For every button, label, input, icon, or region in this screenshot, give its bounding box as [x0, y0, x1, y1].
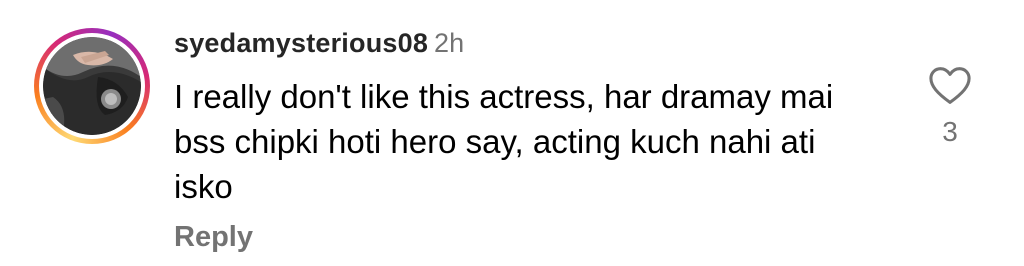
avatar[interactable] — [43, 37, 141, 135]
like-count: 3 — [942, 116, 958, 147]
comment-item: syedamysterious08 2h I really don't like … — [0, 0, 1024, 266]
reply-button[interactable]: Reply — [174, 221, 253, 254]
avatar-story-ring[interactable] — [34, 28, 150, 144]
comment-meta: syedamysterious08 2h — [174, 24, 894, 62]
comment-username[interactable]: syedamysterious08 — [174, 28, 428, 58]
heart-outline-icon[interactable] — [928, 66, 972, 106]
like-area: 3 — [924, 66, 976, 148]
avatar-ring-gap — [39, 33, 145, 139]
comment-timestamp: 2h — [434, 28, 465, 58]
comment-text: I really don't like this actress, har dr… — [174, 78, 834, 205]
comment-content: syedamysterious08 2h I really don't like … — [174, 24, 894, 254]
